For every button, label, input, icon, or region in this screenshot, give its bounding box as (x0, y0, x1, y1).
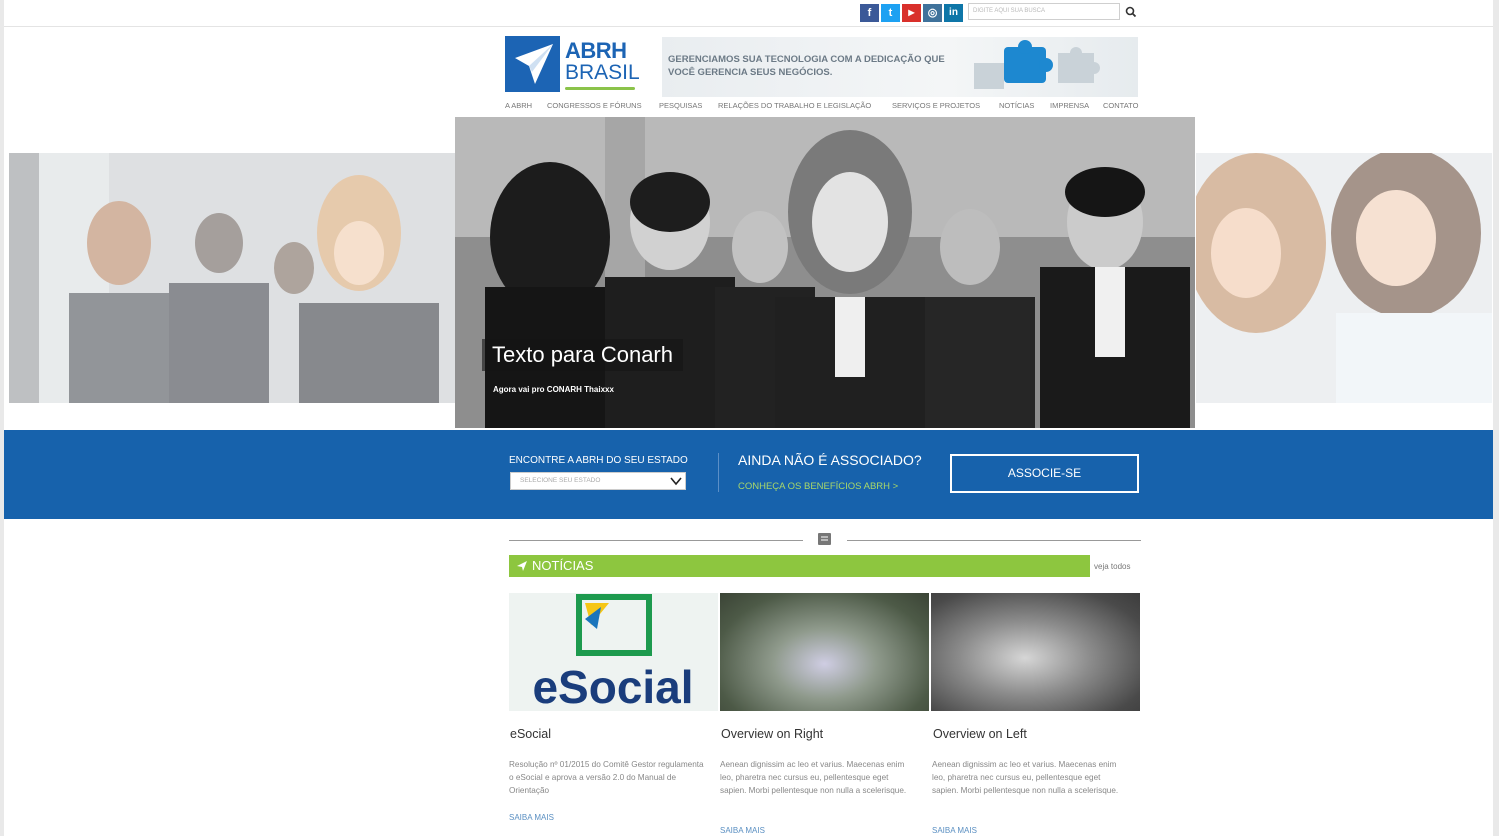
slider-caption: Texto para Conarh (482, 339, 683, 371)
band-divider (718, 453, 719, 492)
ad-banner-text: GERENCIAMOS SUA TECNOLOGIA COM A DEDICAÇ… (668, 54, 945, 78)
search-input[interactable]: DIGITE AQUI SUA BUSCA (968, 3, 1120, 20)
facebook-icon[interactable]: f (860, 4, 879, 22)
arrow-icon (517, 561, 527, 571)
not-member-heading: AINDA NÃO É ASSOCIADO? (738, 452, 922, 468)
join-button[interactable]: ASSOCIE-SE (950, 454, 1139, 493)
news-card-image[interactable] (720, 593, 929, 711)
ad-banner[interactable]: GERENCIAMOS SUA TECNOLOGIA COM A DEDICAÇ… (662, 37, 1138, 97)
puzzle-icon (974, 40, 1100, 89)
paper-plane-icon (515, 44, 553, 84)
section-rule-right (847, 540, 1141, 541)
read-more-link[interactable]: SAIBA MAIS (509, 813, 554, 822)
association-band (4, 430, 1493, 519)
state-select[interactable]: SELECIONE SEU ESTADO (510, 472, 686, 490)
news-card-title[interactable]: Overview on Right (721, 727, 823, 741)
slide-next-image[interactable] (1196, 153, 1492, 403)
youtube-icon[interactable]: ▶ (902, 4, 921, 22)
nav-item-noticias[interactable]: NOTÍCIAS (999, 101, 1034, 110)
business-people-photo (9, 153, 455, 403)
nav-item-contato[interactable]: CONTATO (1103, 101, 1138, 110)
nav-item-congressos[interactable]: CONGRESSOS E FÓRUNS (547, 101, 642, 110)
logo-mark (505, 36, 560, 92)
window-frame-left (0, 0, 4, 836)
news-card-text: Aenean dignissim ac leo et varius. Maece… (932, 760, 1119, 795)
esocial-logo-icon: eSocial (532, 594, 694, 711)
news-card-title[interactable]: eSocial (510, 727, 551, 741)
news-card-text: Resolução nº 01/2015 do Comitê Gestor re… (509, 760, 704, 795)
nav-item-pesquisas[interactable]: PESQUISAS (659, 101, 702, 110)
abrh-logo[interactable]: ABRH BRASIL (505, 36, 640, 92)
benefits-link[interactable]: CONHEÇA OS BENEFÍCIOS ABRH > (738, 481, 898, 492)
section-rule-left (509, 540, 803, 541)
chevron-down-icon (670, 477, 682, 486)
women-smiling-photo (1196, 153, 1492, 403)
news-heading: NOTÍCIAS (532, 558, 594, 573)
news-card-title[interactable]: Overview on Left (933, 727, 1027, 741)
nav-item-imprensa[interactable]: IMPRENSA (1050, 101, 1089, 110)
search-button[interactable] (1122, 3, 1140, 21)
slide-previous-image[interactable] (9, 153, 455, 403)
state-finder-label: ENCONTRE A ABRH DO SEU ESTADO (509, 455, 688, 466)
news-card-text: Aenean dignissim ac leo et varius. Maece… (720, 760, 907, 795)
esocial-logo-text: eSocial (532, 661, 693, 711)
news-card-image[interactable]: eSocial (509, 593, 718, 711)
linkedin-icon[interactable]: in (944, 4, 963, 22)
instagram-icon[interactable]: ◎ (923, 4, 942, 22)
slider-title: Texto para Conarh (492, 342, 673, 367)
slider-main[interactable]: Texto para Conarh (455, 117, 1195, 428)
state-select-placeholder: SELECIONE SEU ESTADO (520, 477, 601, 484)
search-icon (1125, 6, 1137, 18)
window-frame-right (1493, 0, 1499, 836)
see-all-link[interactable]: veja todos (1094, 562, 1130, 571)
nav-item-servicos[interactable]: SERVIÇOS E PROJETOS (892, 101, 980, 110)
nav-item-relacoes[interactable]: RELAÇÕES DO TRABALHO E LEGISLAÇÃO (718, 101, 871, 110)
book-icon (815, 531, 835, 547)
twitter-icon[interactable]: t (881, 4, 900, 22)
slider-subtitle: Agora vai pro CONARH Thaixxx (493, 385, 614, 394)
read-more-link[interactable]: SAIBA MAIS (932, 826, 977, 835)
business-team-photo (455, 117, 1195, 428)
top-bar (4, 0, 1493, 27)
news-header-bar: NOTÍCIAS (509, 555, 1090, 577)
read-more-link[interactable]: SAIBA MAIS (720, 826, 765, 835)
logo-swoosh (565, 87, 635, 90)
news-card-image[interactable] (931, 593, 1140, 711)
logo-text-brasil: BRASIL (565, 61, 640, 84)
nav-item-abrh[interactable]: A ABRH (505, 101, 532, 110)
